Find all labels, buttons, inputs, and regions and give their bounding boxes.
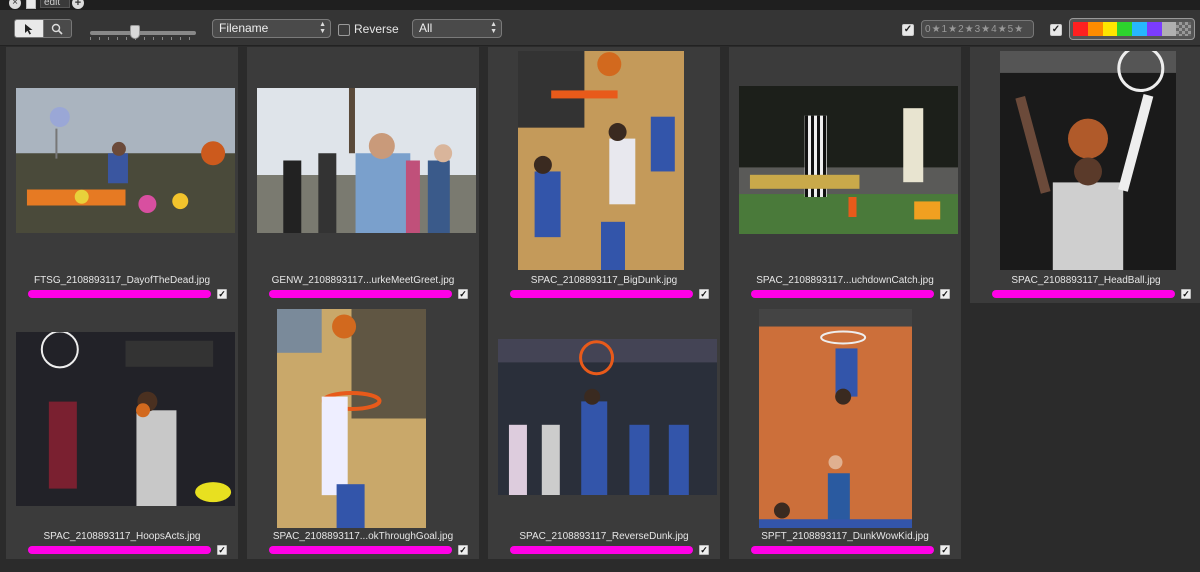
reverse-label: Reverse: [354, 22, 399, 36]
color-swatch[interactable]: [1117, 22, 1132, 36]
sort-field-select[interactable]: Filename ▲ ▼: [212, 19, 331, 38]
select-checkbox[interactable]: ✓: [1181, 289, 1191, 299]
color-swatch[interactable]: [1102, 22, 1118, 36]
rating-0[interactable]: 0: [925, 24, 931, 35]
filename-label: SPAC_2108893117_ReverseDunk.jpg: [519, 531, 689, 542]
rating-1[interactable]: 1: [942, 24, 948, 35]
filename-label: FTSG_2108893117_DayofTheDead.jpg: [33, 275, 211, 286]
arrow-cursor-icon: [24, 23, 33, 34]
filter-select[interactable]: All ▲ ▼: [412, 19, 502, 38]
thumbnail-cell[interactable]: SPAC_2108893117_HeadBall.jpg ✓: [970, 47, 1200, 303]
rating-2[interactable]: 2: [958, 24, 964, 35]
color-swatch[interactable]: [1087, 22, 1103, 36]
add-tab-icon[interactable]: +: [72, 0, 84, 9]
thumbnail-grid: FTSG_2108893117_DayofTheDead.jpg ✓ GENW_2…: [0, 47, 1200, 572]
updown-chevron-icon: ▲ ▼: [319, 21, 326, 35]
toolbar: Filename ▲ ▼ Reverse All ▲ ▼ ✓ 0 ★ 1 ★ 2 ★ 3 ★…: [0, 10, 1200, 46]
select-checkbox[interactable]: ✓: [458, 545, 468, 555]
filename-label: SPFT_2108893117_DunkWowKid.jpg: [761, 531, 929, 542]
thumbnail-cell[interactable]: SPAC_2108893117_HoopsActs.jpg ✓: [6, 303, 238, 559]
star-icon: ★: [981, 23, 991, 35]
select-checkbox[interactable]: ✓: [458, 289, 468, 299]
star-icon: ★: [948, 23, 958, 35]
thumbnail-cell[interactable]: SPAC_2108893117...okThroughGoal.jpg ✓: [247, 303, 479, 559]
thumbnail-size-slider[interactable]: [90, 31, 196, 35]
select-checkbox[interactable]: ✓: [217, 289, 227, 299]
photo-thumbnail-basketball-dunk-wow-kid[interactable]: [759, 309, 912, 528]
slider-thumb[interactable]: [130, 25, 140, 39]
color-label-bar: [510, 546, 693, 554]
photo-thumbnail-candidate-meet-greet[interactable]: [257, 88, 476, 233]
color-label-bar: [28, 290, 211, 298]
filename-label: GENW_2108893117...urkeMeetGreet.jpg: [271, 275, 455, 286]
thumbnail-cell[interactable]: FTSG_2108893117_DayofTheDead.jpg ✓: [6, 47, 238, 303]
star-icon: ★: [997, 23, 1007, 35]
select-checkbox[interactable]: ✓: [699, 289, 709, 299]
filename-label: SPAC_2108893117...okThroughGoal.jpg: [272, 531, 454, 542]
filename-label: SPAC_2108893117_HeadBall.jpg: [1011, 275, 1161, 286]
photo-thumbnail-basketball-reverse-dunk[interactable]: [498, 339, 717, 495]
pointer-tool-button[interactable]: [15, 20, 43, 37]
filename-label: SPAC_2108893117...uchdownCatch.jpg: [756, 275, 934, 286]
color-label-bar: [28, 546, 211, 554]
document-icon: [26, 0, 36, 9]
select-checkbox[interactable]: ✓: [699, 545, 709, 555]
zoom-tool-button[interactable]: [42, 20, 72, 37]
select-checkbox[interactable]: ✓: [940, 545, 950, 555]
color-label-bar: [269, 546, 452, 554]
tab-bar: × edit +: [0, 0, 1200, 10]
filter-value: All: [419, 21, 433, 35]
photo-thumbnail-basketball-head-ball[interactable]: [1000, 51, 1176, 270]
star-icon: ★: [1014, 23, 1024, 35]
updown-chevron-icon: ▲ ▼: [490, 21, 497, 35]
tab-edit[interactable]: edit: [40, 0, 70, 8]
thumbnail-cell[interactable]: SPFT_2108893117_DunkWowKid.jpg ✓: [729, 303, 961, 559]
thumbnail-cell[interactable]: GENW_2108893117...urkeMeetGreet.jpg ✓: [247, 47, 479, 303]
color-filter-checkbox[interactable]: ✓: [1050, 24, 1062, 36]
close-tab-icon[interactable]: ×: [9, 0, 21, 9]
rating-3[interactable]: 3: [975, 24, 981, 35]
select-checkbox[interactable]: ✓: [940, 289, 950, 299]
filename-label: SPAC_2108893117_HoopsActs.jpg: [43, 531, 201, 542]
star-icon: ★: [964, 23, 974, 35]
slider-ticks: [90, 37, 196, 40]
thumbnail-cell[interactable]: SPAC_2108893117_ReverseDunk.jpg ✓: [488, 303, 720, 559]
photo-thumbnail-basketball-look-through-goal[interactable]: [277, 309, 426, 528]
color-label-filter[interactable]: [1069, 18, 1195, 40]
sort-field-value: Filename: [219, 21, 269, 35]
color-swatch[interactable]: [1073, 22, 1088, 36]
filename-label: SPAC_2108893117_BigDunk.jpg: [530, 275, 678, 286]
photo-thumbnail-basketball-hoops-acts[interactable]: [16, 332, 235, 506]
color-label-bar: [269, 290, 452, 298]
photo-thumbnail-basketball-big-dunk[interactable]: [518, 51, 684, 270]
thumbnail-cell[interactable]: SPAC_2108893117...uchdownCatch.jpg ✓: [729, 47, 961, 303]
photo-thumbnail-football-touchdown-catch[interactable]: [739, 86, 958, 234]
color-label-bar: [510, 290, 693, 298]
select-checkbox[interactable]: ✓: [217, 545, 227, 555]
rating-filter[interactable]: 0 ★ 1 ★ 2 ★ 3 ★ 4 ★ 5 ★: [921, 20, 1034, 38]
rating-filter-checkbox[interactable]: ✓: [902, 24, 914, 36]
magnifier-icon: [52, 23, 63, 35]
thumbnail-cell[interactable]: SPAC_2108893117_BigDunk.jpg ✓: [488, 47, 720, 303]
no-color-swatch[interactable]: [1176, 22, 1191, 36]
color-label-bar: [992, 290, 1175, 298]
tool-mode-segment: [14, 19, 72, 38]
color-label-bar: [751, 290, 934, 298]
reverse-checkbox[interactable]: [338, 24, 350, 36]
rating-5[interactable]: 5: [1008, 24, 1014, 35]
color-swatch[interactable]: [1146, 22, 1162, 36]
color-label-bar: [751, 546, 934, 554]
star-icon: ★: [931, 23, 941, 35]
color-swatch[interactable]: [1132, 22, 1147, 36]
rating-4[interactable]: 4: [991, 24, 997, 35]
color-swatch[interactable]: [1161, 22, 1177, 36]
photo-thumbnail-day-of-the-dead-altar[interactable]: [16, 88, 235, 233]
